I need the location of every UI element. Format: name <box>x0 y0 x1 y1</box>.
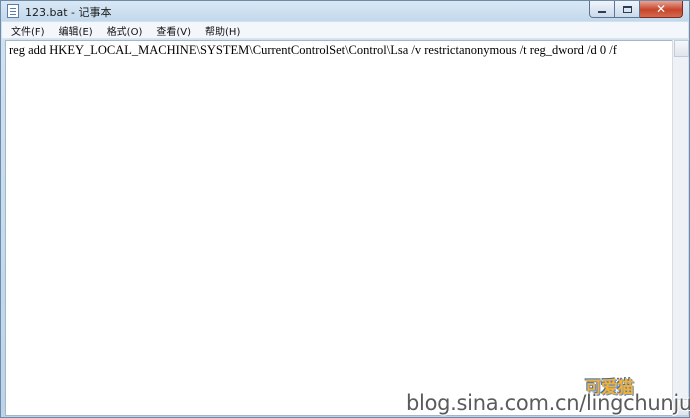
watermark-url: blog.sina.com.cn/lingchunjun <box>406 391 690 415</box>
menu-edit[interactable]: 编辑(E) <box>54 23 98 38</box>
menu-help[interactable]: 帮助(H) <box>200 23 245 38</box>
title-bar[interactable]: 123.bat - 记事本 ✕ <box>1 1 689 21</box>
minimize-button[interactable] <box>589 1 615 18</box>
text-editor-area[interactable]: reg add HKEY_LOCAL_MACHINE\SYSTEM\Curren… <box>5 40 673 416</box>
menu-bar: 文件(F) 编辑(E) 格式(O) 查看(V) 帮助(H) <box>2 22 688 39</box>
menu-file[interactable]: 文件(F) <box>6 23 50 38</box>
notepad-window: 123.bat - 记事本 ✕ 文件(F) 编辑(E) 格式(O) 查看(V) … <box>0 0 690 418</box>
menu-format[interactable]: 格式(O) <box>102 23 148 38</box>
window-title: 123.bat - 记事本 <box>25 6 112 19</box>
caption-buttons: ✕ <box>589 1 683 19</box>
close-button[interactable]: ✕ <box>640 1 683 18</box>
vertical-scrollbar[interactable] <box>672 40 689 416</box>
menu-view[interactable]: 查看(V) <box>151 23 196 38</box>
maximize-button[interactable] <box>615 1 640 18</box>
maximize-icon <box>622 5 632 13</box>
notepad-icon[interactable] <box>7 4 19 18</box>
close-icon: ✕ <box>655 2 667 16</box>
editor-content[interactable]: reg add HKEY_LOCAL_MACHINE\SYSTEM\Curren… <box>9 43 617 58</box>
minimize-icon <box>598 11 606 13</box>
